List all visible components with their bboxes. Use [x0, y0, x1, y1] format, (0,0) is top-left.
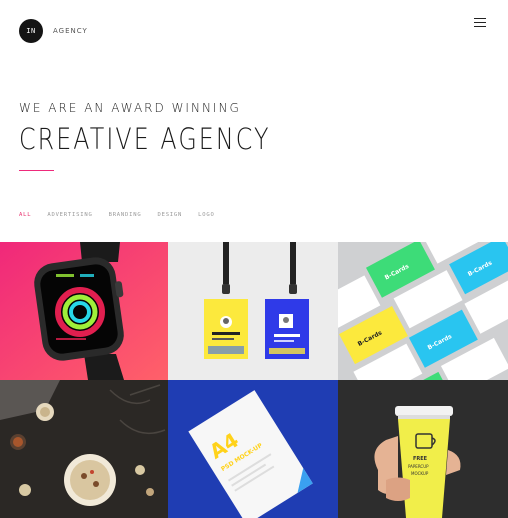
hamburger-menu-icon[interactable]: [474, 18, 486, 28]
svg-text:MOCKUP: MOCKUP: [411, 471, 429, 476]
letterhead-mockup-image: A4 PSD MOCK-UP: [168, 380, 338, 518]
smartwatch-image: [0, 242, 168, 380]
filter-design[interactable]: DESIGN: [157, 212, 182, 218]
food-table-image: [0, 380, 168, 518]
portfolio-item-business-cards[interactable]: B-Cards B-Cards B-Cards B-Cards B-Cards: [338, 242, 508, 380]
logo-mark: IN: [19, 19, 43, 43]
portfolio-item-smartwatch[interactable]: [0, 242, 168, 380]
logo[interactable]: IN AGENCY: [19, 19, 88, 43]
filter-advertising[interactable]: ADVERTISING: [47, 212, 92, 218]
filter-all[interactable]: ALL: [19, 212, 31, 218]
filter-branding[interactable]: BRANDING: [109, 212, 142, 218]
portfolio-grid: B-Cards B-Cards B-Cards B-Cards B-Cards: [0, 242, 508, 518]
logo-text: AGENCY: [53, 27, 88, 35]
hero-accent-line: [19, 170, 54, 171]
filter-logo[interactable]: LOGO: [198, 212, 214, 218]
hero-title: CREATIVE AGENCY: [19, 122, 271, 156]
id-badges-image: [168, 242, 338, 380]
portfolio-item-id-badges[interactable]: [168, 242, 338, 380]
portfolio-item-coffee-cup[interactable]: FREE PAPERCUP MOCKUP: [338, 380, 508, 518]
business-cards-image: B-Cards B-Cards B-Cards B-Cards B-Cards: [338, 242, 508, 380]
portfolio-filter-bar: ALL ADVERTISING BRANDING DESIGN LOGO: [19, 212, 215, 218]
svg-text:FREE: FREE: [413, 456, 428, 462]
hero-subtitle: WE ARE AN AWARD WINNING: [19, 101, 241, 115]
coffee-cup-image: FREE PAPERCUP MOCKUP: [338, 380, 508, 518]
svg-text:PAPERCUP: PAPERCUP: [408, 464, 429, 469]
portfolio-item-letterhead[interactable]: A4 PSD MOCK-UP: [168, 380, 338, 518]
portfolio-item-food[interactable]: [0, 380, 168, 518]
